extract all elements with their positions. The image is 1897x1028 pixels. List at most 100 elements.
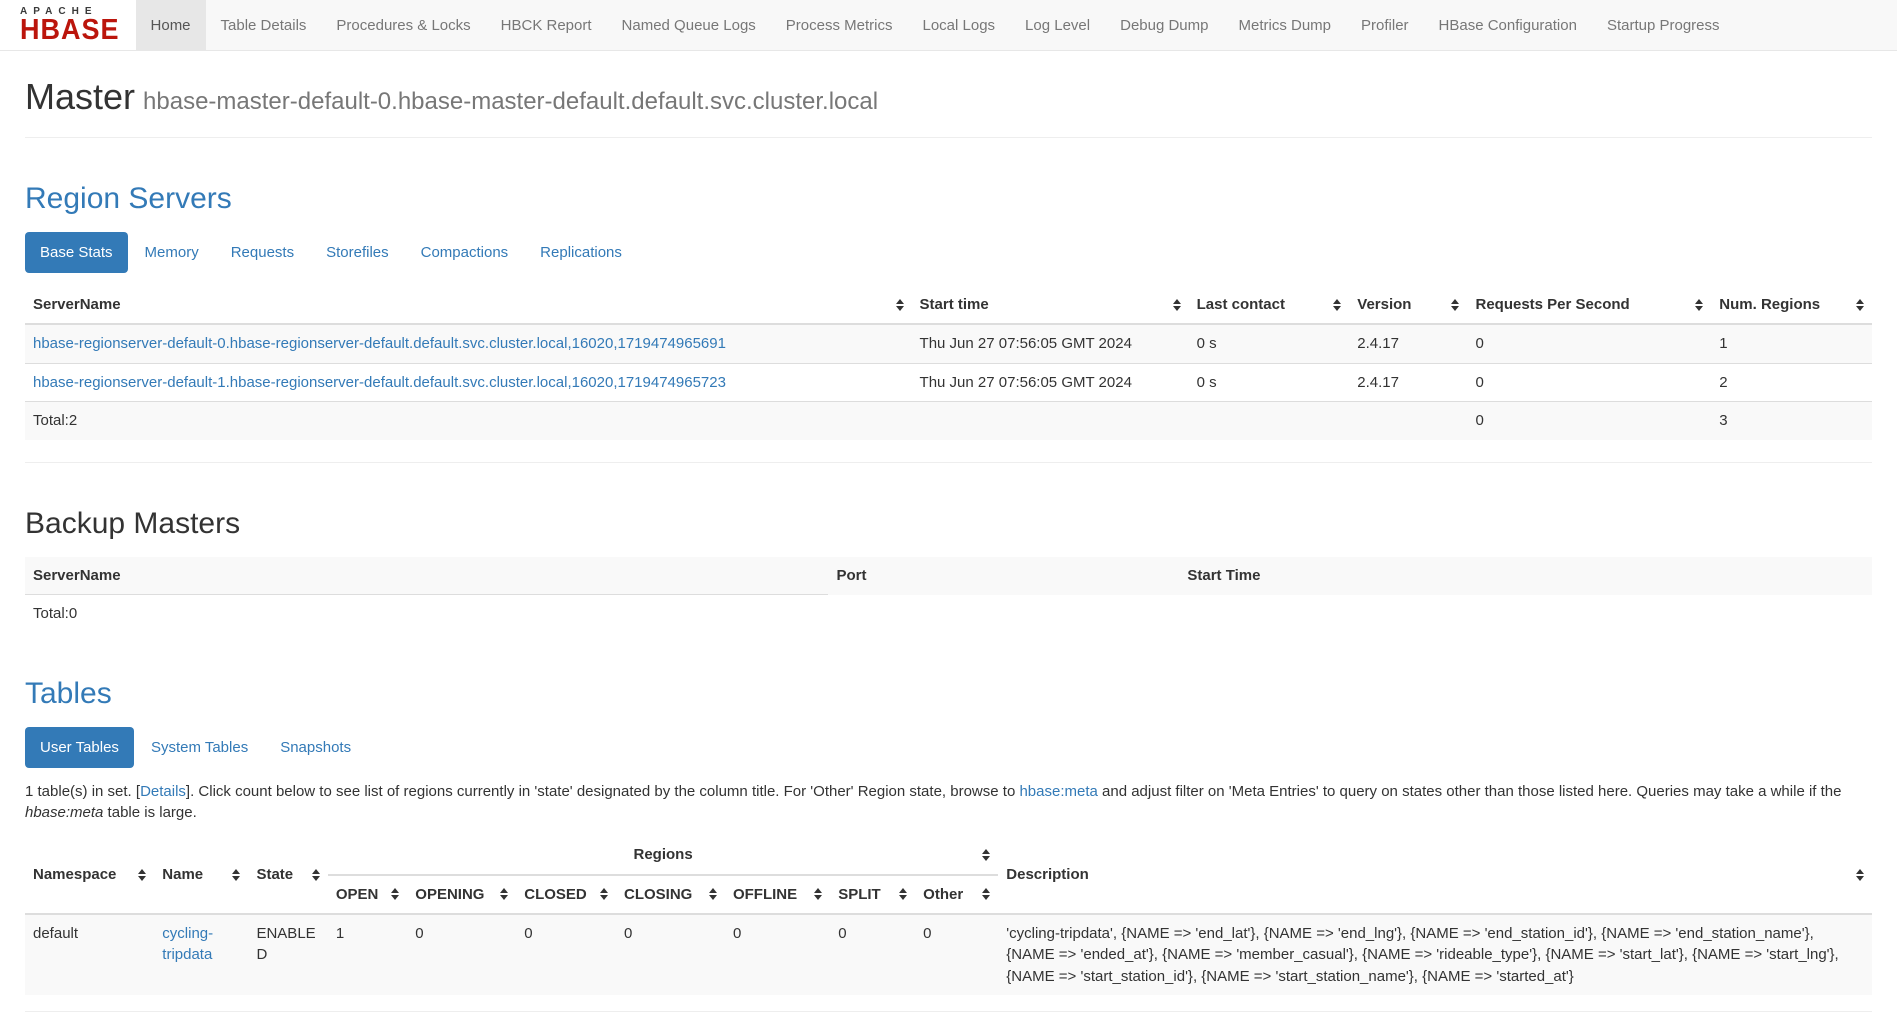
nav-item-named-queue-logs[interactable]: Named Queue Logs (607, 0, 771, 50)
page-header: Masterhbase-master-default-0.hbase-maste… (25, 76, 1872, 138)
table-name-link[interactable]: cycling-tripdata (162, 925, 213, 963)
row-split-count[interactable]: 0 (830, 914, 915, 995)
col-closed-header[interactable]: CLOSED (516, 875, 616, 914)
col-servername-header[interactable]: ServerName (25, 286, 912, 324)
col-other-header[interactable]: Other (915, 875, 998, 914)
hbase-meta-link[interactable]: hbase:meta (1019, 783, 1097, 800)
backup-masters-total-row: Total:0 (25, 595, 1872, 633)
nav-item-home[interactable]: Home (136, 0, 206, 50)
page-title: Masterhbase-master-default-0.hbase-maste… (25, 76, 1872, 118)
tab-requests[interactable]: Requests (216, 232, 309, 273)
tab-replications[interactable]: Replications (525, 232, 637, 273)
sort-icon (1451, 299, 1459, 311)
row-other-count[interactable]: 0 (915, 914, 998, 995)
row-description: 'cycling-tripdata', {NAME => 'end_lat'},… (998, 914, 1872, 995)
tab-snapshots[interactable]: Snapshots (265, 727, 366, 768)
nav-item-hbase-configuration[interactable]: HBase Configuration (1424, 0, 1592, 50)
col-start-time-header[interactable]: Start time (912, 286, 1189, 324)
col-offline-header[interactable]: OFFLINE (725, 875, 830, 914)
rs1-last-contact: 0 s (1189, 363, 1350, 401)
rs-total-rps: 0 (1467, 402, 1711, 440)
details-link[interactable]: Details (140, 783, 186, 800)
col-split-header[interactable]: SPLIT (830, 875, 915, 914)
col-regions-group-header[interactable]: Regions (328, 836, 998, 874)
sort-icon (982, 849, 990, 861)
tables-summary-text: 1 table(s) in set. [Details]. Click coun… (25, 781, 1872, 825)
row-closing-count[interactable]: 0 (616, 914, 725, 995)
tab-compactions[interactable]: Compactions (406, 232, 524, 273)
col-state-header[interactable]: State (248, 836, 327, 914)
col-namespace-header[interactable]: Namespace (25, 836, 154, 914)
col-opening-header[interactable]: OPENING (407, 875, 516, 914)
row-closed-count[interactable]: 0 (516, 914, 616, 995)
region-servers-total-row: Total:2 0 3 (25, 402, 1872, 440)
sort-icon (709, 888, 717, 900)
master-hostname: hbase-master-default-0.hbase-master-defa… (143, 88, 878, 115)
bm-total-label: Total:0 (25, 595, 828, 633)
col-open-header[interactable]: OPEN (328, 875, 407, 914)
table-row: default cycling-tripdata ENABLED 1 0 0 0… (25, 914, 1872, 995)
region-servers-table: ServerName Start time Last contact Versi… (25, 286, 1872, 440)
tab-base-stats[interactable]: Base Stats (25, 232, 128, 273)
rs1-start-time: Thu Jun 27 07:56:05 GMT 2024 (912, 363, 1189, 401)
rs0-num-regions: 1 (1711, 324, 1872, 363)
col-num-regions-header[interactable]: Num. Regions (1711, 286, 1872, 324)
hbase-meta-italic: hbase:meta (25, 804, 103, 821)
nav-item-hbck-report[interactable]: HBCK Report (486, 0, 607, 50)
sort-icon (500, 888, 508, 900)
sort-icon (896, 299, 904, 311)
regionserver-0-link[interactable]: hbase-regionserver-default-0.hbase-regio… (33, 335, 726, 352)
row-state: ENABLED (248, 914, 327, 995)
col-description-header[interactable]: Description (998, 836, 1872, 914)
row-namespace: default (25, 914, 154, 995)
table-row: hbase-regionserver-default-0.hbase-regio… (25, 324, 1872, 363)
backup-masters-header-row: ServerName Port Start Time (25, 557, 1872, 595)
bm-col-start-time-header: Start Time (1179, 557, 1872, 595)
nav-item-table-details[interactable]: Table Details (206, 0, 322, 50)
rs0-last-contact: 0 s (1189, 324, 1350, 363)
rs1-num-regions: 2 (1711, 363, 1872, 401)
col-last-contact-header[interactable]: Last contact (1189, 286, 1350, 324)
regionserver-1-link[interactable]: hbase-regionserver-default-1.hbase-regio… (33, 374, 726, 391)
row-opening-count[interactable]: 0 (407, 914, 516, 995)
tables-tabs: User Tables System Tables Snapshots (25, 727, 1872, 768)
tables-header-row-1: Namespace Name State Regions Description (25, 836, 1872, 874)
top-navbar: APACHE HBASE Home Table Details Procedur… (0, 0, 1897, 51)
sort-icon (814, 888, 822, 900)
nav-item-log-level[interactable]: Log Level (1010, 0, 1105, 50)
section-divider (25, 462, 1872, 463)
backup-masters-heading: Backup Masters (25, 507, 1872, 541)
sort-icon (1856, 869, 1864, 881)
col-rps-header[interactable]: Requests Per Second (1467, 286, 1711, 324)
tab-user-tables[interactable]: User Tables (25, 727, 134, 768)
table-row: hbase-regionserver-default-1.hbase-regio… (25, 363, 1872, 401)
rs-total-num-regions: 3 (1711, 402, 1872, 440)
nav-item-procedures-locks[interactable]: Procedures & Locks (321, 0, 485, 50)
col-version-header[interactable]: Version (1349, 286, 1467, 324)
nav-item-local-logs[interactable]: Local Logs (907, 0, 1010, 50)
sort-icon (1856, 299, 1864, 311)
navbar-menu: Home Table Details Procedures & Locks HB… (136, 0, 1735, 50)
sort-icon (138, 869, 146, 881)
region-servers-heading: Region Servers (25, 182, 1872, 216)
tab-storefiles[interactable]: Storefiles (311, 232, 404, 273)
nav-item-debug-dump[interactable]: Debug Dump (1105, 0, 1223, 50)
sort-icon (899, 888, 907, 900)
tab-system-tables[interactable]: System Tables (136, 727, 263, 768)
nav-item-profiler[interactable]: Profiler (1346, 0, 1424, 50)
col-closing-header[interactable]: CLOSING (616, 875, 725, 914)
sort-icon (391, 888, 399, 900)
nav-item-metrics-dump[interactable]: Metrics Dump (1224, 0, 1347, 50)
row-open-count[interactable]: 1 (328, 914, 407, 995)
rs0-start-time: Thu Jun 27 07:56:05 GMT 2024 (912, 324, 1189, 363)
rs0-version: 2.4.17 (1349, 324, 1467, 363)
col-name-header[interactable]: Name (154, 836, 248, 914)
row-offline-count[interactable]: 0 (725, 914, 830, 995)
logo-hbase-text: HBASE (20, 17, 120, 44)
hbase-logo[interactable]: APACHE HBASE (0, 0, 136, 50)
rs0-rps: 0 (1467, 324, 1711, 363)
nav-item-startup-progress[interactable]: Startup Progress (1592, 0, 1735, 50)
tab-memory[interactable]: Memory (130, 232, 214, 273)
bm-col-port-header: Port (828, 557, 1179, 595)
nav-item-process-metrics[interactable]: Process Metrics (771, 0, 908, 50)
